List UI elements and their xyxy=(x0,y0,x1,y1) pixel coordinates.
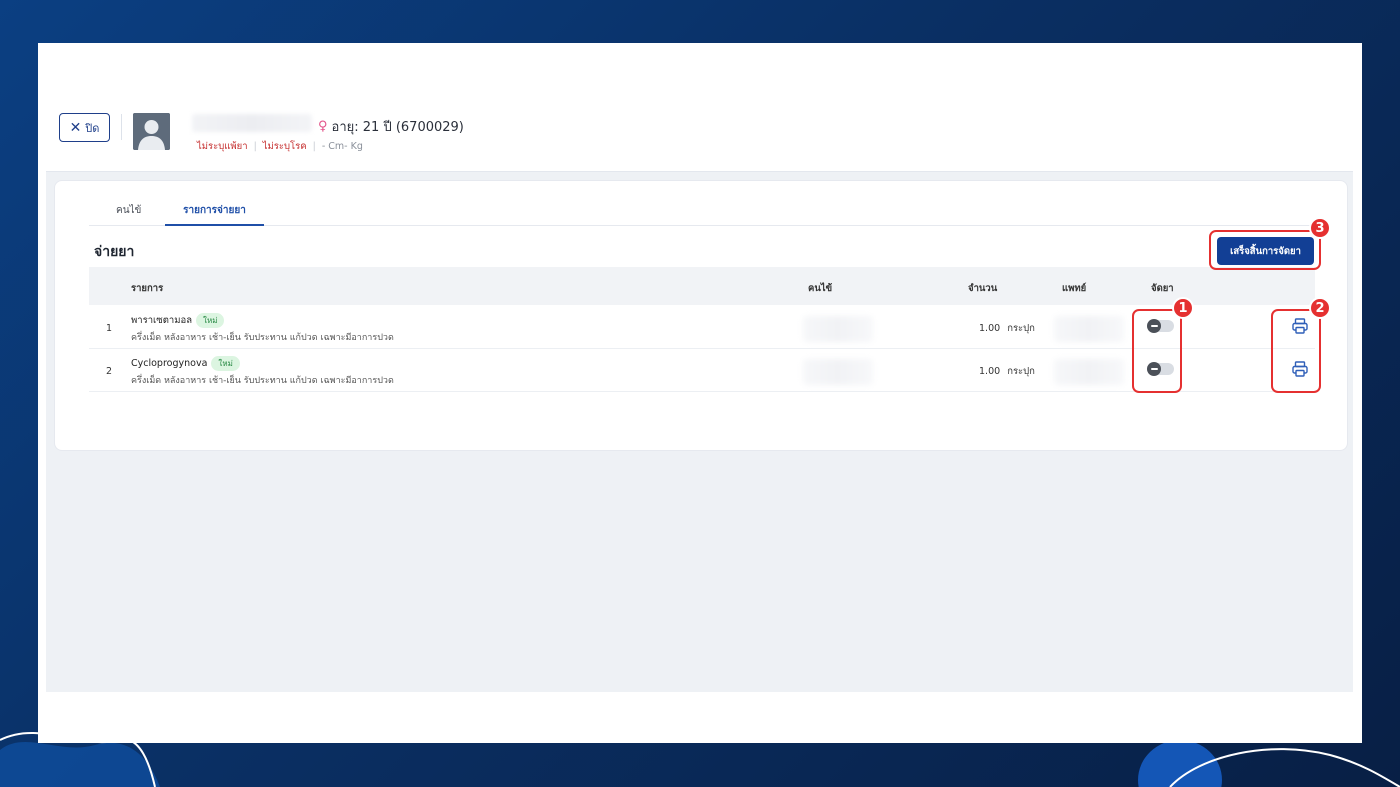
close-button[interactable]: ✕ ปิด xyxy=(59,113,110,142)
annotation-marker: 1 xyxy=(1172,297,1194,319)
doctor-cell-redacted xyxy=(1054,316,1124,342)
annotation-marker: 2 xyxy=(1309,297,1331,319)
header-divider xyxy=(121,114,122,140)
app-window: ✕ ปิด ♀ อายุ: 21 ปี (6700029) ไม่ระบุแพ้… xyxy=(46,96,1353,692)
quantity-value: 1.00 xyxy=(979,366,1001,377)
col-header-doctor: แพทย์ xyxy=(1062,283,1087,294)
disease-status: ไม่ระบุโรค xyxy=(262,141,307,152)
section-title: จ่ายยา xyxy=(94,244,135,260)
quantity-cell: 1.00 กระปุก xyxy=(979,364,1035,379)
annotation-highlight-toggles xyxy=(1132,309,1182,393)
drug-instruction: ครึ่งเม็ด หลังอาหาร เช้า-เย็น รับประทาน … xyxy=(131,333,394,343)
col-header-quantity: จำนวน xyxy=(968,283,998,294)
drug-name: พาราเซตามอล xyxy=(131,315,193,326)
patient-cell-redacted xyxy=(803,359,873,385)
avatar xyxy=(133,113,170,150)
col-header-patient: คนไข้ xyxy=(808,283,833,294)
quantity-value: 1.00 xyxy=(979,323,1001,334)
patient-name-redacted xyxy=(192,114,312,132)
detail-separator: | xyxy=(253,141,257,152)
annotation-highlight-finish xyxy=(1209,230,1321,270)
close-icon: ✕ xyxy=(69,119,82,136)
col-header-item: รายการ xyxy=(131,283,164,294)
allergy-status: ไม่ระบุแพ้ยา xyxy=(197,141,248,152)
quantity-unit: กระปุก xyxy=(1007,366,1035,377)
annotation-marker: 3 xyxy=(1309,217,1331,239)
drug-instruction: ครึ่งเม็ด หลังอาหาร เช้า-เย็น รับประทาน … xyxy=(131,376,394,386)
drug-name-cell: Cycloprogynova ใหม่ xyxy=(131,356,240,371)
height-weight: - Cm- Kg xyxy=(321,141,363,152)
quantity-cell: 1.00 กระปุก xyxy=(979,321,1035,336)
drug-name: Cycloprogynova xyxy=(131,358,208,369)
quantity-unit: กระปุก xyxy=(1007,323,1035,334)
patient-age-id: อายุ: 21 ปี (6700029) xyxy=(331,120,464,135)
patient-cell-redacted xyxy=(803,316,873,342)
patient-summary: ♀ อายุ: 21 ปี (6700029) xyxy=(318,116,464,137)
doctor-cell-redacted xyxy=(1054,359,1124,385)
new-badge: ใหม่ xyxy=(211,356,240,371)
row-index: 1 xyxy=(106,323,113,334)
tab-patient[interactable]: คนไข้ xyxy=(116,203,141,226)
new-badge: ใหม่ xyxy=(196,313,225,328)
patient-header: ✕ ปิด ♀ อายุ: 21 ปี (6700029) ไม่ระบุแพ้… xyxy=(46,96,1353,172)
detail-separator: | xyxy=(312,141,316,152)
user-silhouette-icon xyxy=(133,113,170,150)
table-header: รายการ คนไข้ จำนวน แพทย์ จัดยา xyxy=(89,267,1315,305)
annotation-highlight-print xyxy=(1271,309,1321,393)
female-icon: ♀ xyxy=(318,119,328,134)
tab-dispensing-list[interactable]: รายการจ่ายยา xyxy=(165,203,264,226)
row-index: 2 xyxy=(106,366,113,377)
tab-bar: คนไข้ รายการจ่ายยา xyxy=(89,197,1315,226)
drug-name-cell: พาราเซตามอล ใหม่ xyxy=(131,313,225,328)
col-header-dispense: จัดยา xyxy=(1151,283,1174,294)
close-button-label: ปิด xyxy=(85,121,100,135)
patient-details: ไม่ระบุแพ้ยา | ไม่ระบุโรค | - Cm- Kg xyxy=(197,139,363,154)
